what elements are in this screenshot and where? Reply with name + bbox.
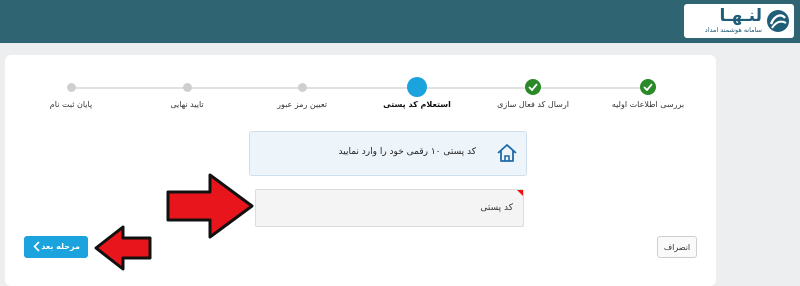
chevron-left-icon xyxy=(33,241,40,252)
home-icon xyxy=(497,144,517,162)
instruction-text: کد پستی ۱۰ رقمی خود را وارد نمایید xyxy=(338,147,476,157)
required-indicator xyxy=(517,190,523,196)
stepper-track xyxy=(70,87,650,89)
next-step-label: مرحله بعد xyxy=(41,242,80,251)
brand-subtitle: سامانه هوشمند امداد xyxy=(704,26,762,34)
step-label: پایان ثبت نام xyxy=(49,100,93,109)
brand-logo[interactable]: لنـهـا سامانه هوشمند امداد xyxy=(684,4,794,38)
cancel-button[interactable]: انصراف xyxy=(657,236,697,258)
annotation-arrow-right-icon xyxy=(166,173,254,239)
step-label: استعلام کد پستی xyxy=(383,100,451,109)
check-circle-icon xyxy=(525,79,541,95)
annotation-arrow-left-icon xyxy=(94,225,152,271)
step-label: ارسال کد فعال سازی xyxy=(497,100,569,109)
step-label: تایید نهایی xyxy=(170,100,204,109)
pending-step-dot xyxy=(67,83,76,92)
postal-code-field-wrapper xyxy=(255,189,524,227)
check-circle-icon xyxy=(640,79,656,95)
postal-code-input[interactable] xyxy=(256,190,523,226)
step-label: بررسی اطلاعات اولیه xyxy=(611,100,685,109)
active-step-indicator xyxy=(407,77,427,97)
top-header: لنـهـا سامانه هوشمند امداد xyxy=(0,0,800,43)
pending-step-dot xyxy=(298,83,307,92)
next-step-button[interactable]: مرحله بعد xyxy=(24,236,88,258)
step-label: تعیین رمز عبور xyxy=(277,100,327,109)
pending-step-dot xyxy=(183,83,192,92)
brand-name: لنـهـا xyxy=(719,6,762,26)
brand-logo-mark-icon xyxy=(767,10,789,32)
postal-code-instruction: کد پستی ۱۰ رقمی خود را وارد نمایید xyxy=(249,131,527,176)
